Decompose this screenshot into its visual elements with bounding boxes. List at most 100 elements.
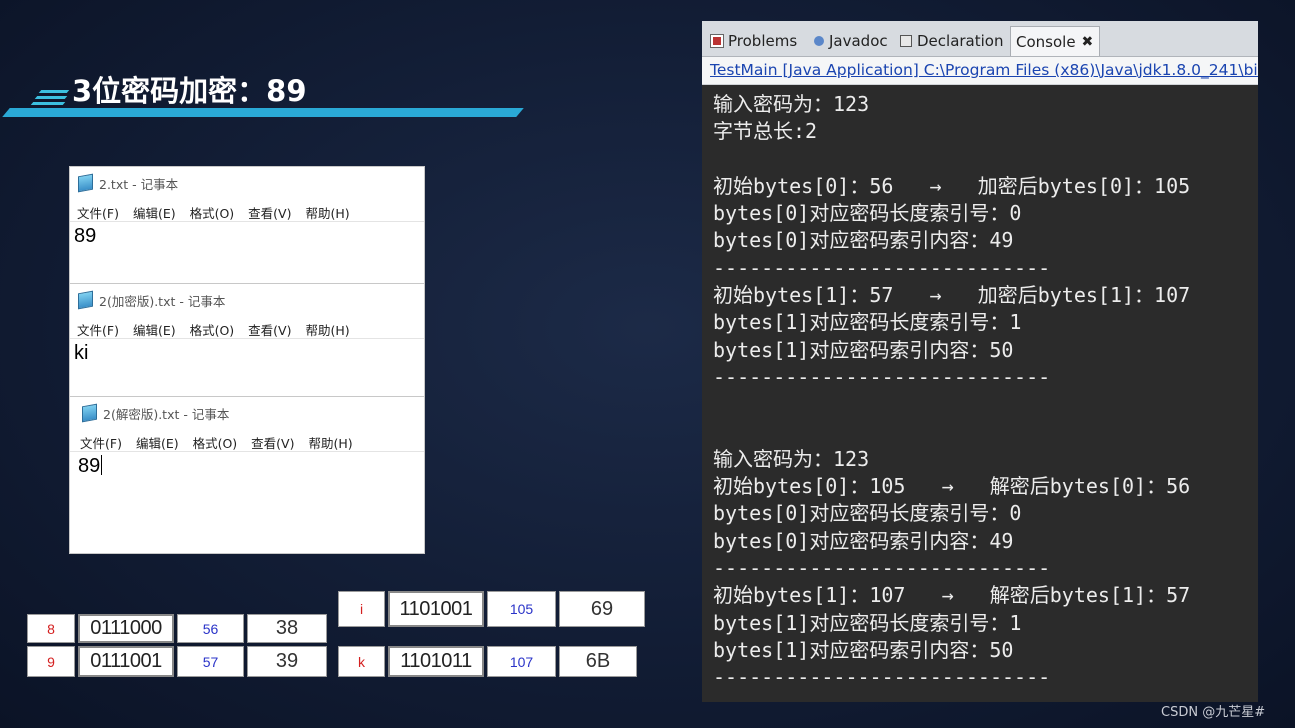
- tab-console[interactable]: Console ✖: [1010, 26, 1101, 56]
- menu-edit[interactable]: 编辑(E): [133, 206, 176, 221]
- notepad-title: 2.txt - 记事本: [99, 176, 179, 192]
- menu-view[interactable]: 查看(V): [251, 436, 294, 451]
- char-cell: i: [338, 591, 385, 627]
- menu-help[interactable]: 帮助(H): [305, 323, 349, 338]
- menu-separator: [70, 451, 424, 452]
- launch-config-text: TestMain [Java Application] C:\Program F…: [710, 61, 1258, 79]
- console-line: bytes[0]对应密码索引内容：49: [713, 228, 1014, 253]
- decimal-cell: 107: [487, 646, 556, 677]
- hex-cell: 39: [247, 646, 327, 677]
- watermark: CSDN @九芒星#: [1161, 705, 1266, 720]
- notepad-window-original: 2.txt - 记事本 文件(F) 编辑(E) 格式(O) 查看(V) 帮助(H…: [69, 166, 425, 287]
- text-caret: [101, 455, 103, 475]
- tab-label: Javadoc: [829, 32, 888, 50]
- char-cell: 9: [27, 646, 75, 677]
- notepad-title: 2(加密版).txt - 记事本: [99, 293, 226, 309]
- slide-title: 3位密码加密：89: [72, 74, 307, 108]
- console-line: bytes[0]对应密码索引内容：49: [713, 528, 1014, 553]
- tab-problems[interactable]: Problems: [711, 27, 797, 55]
- console-line: bytes[1]对应密码索引内容：50: [713, 637, 1014, 662]
- char-cell: 8: [27, 614, 75, 643]
- notepad-text-area[interactable]: 89: [74, 225, 96, 248]
- notepad-text-area[interactable]: 89: [78, 455, 103, 478]
- console-line: 输入密码为：123: [713, 92, 870, 116]
- hex-cell: 6B: [559, 646, 637, 677]
- byte-row-i: i 1101001 105 69: [338, 591, 645, 627]
- notepad-menu-bar: 文件(F) 编辑(E) 格式(O) 查看(V) 帮助(H): [77, 203, 360, 222]
- notepad-window-encrypted: 2(加密版).txt - 记事本 文件(F) 编辑(E) 格式(O) 查看(V)…: [69, 283, 425, 398]
- notepad-menu-bar: 文件(F) 编辑(E) 格式(O) 查看(V) 帮助(H): [77, 320, 360, 339]
- byte-row-9: 9 0111001 57 39: [27, 646, 327, 677]
- console-line: 字节总长:2: [713, 119, 818, 144]
- menu-format[interactable]: 格式(O): [190, 206, 235, 221]
- title-underline-bar: [2, 108, 524, 117]
- menu-file[interactable]: 文件(F): [77, 206, 119, 221]
- console-line: bytes[1]对应密码长度索引号：1: [713, 310, 1022, 335]
- menu-file[interactable]: 文件(F): [80, 436, 122, 451]
- tab-declaration[interactable]: Declaration: [900, 27, 1003, 55]
- console-line: bytes[0]对应密码长度索引号：0: [713, 501, 1022, 526]
- hex-cell: 69: [559, 591, 645, 627]
- console-line: 初始bytes[1]：57 → 加密后bytes[1]：107: [713, 283, 1191, 308]
- binary-cell: 1101011: [388, 646, 484, 677]
- menu-edit[interactable]: 编辑(E): [136, 436, 179, 451]
- menu-help[interactable]: 帮助(H): [305, 206, 349, 221]
- binary-cell: 0111001: [78, 646, 174, 677]
- notepad-icon: [82, 403, 97, 423]
- notepad-menu-bar: 文件(F) 编辑(E) 格式(O) 查看(V) 帮助(H): [80, 433, 363, 452]
- menu-separator: [70, 338, 424, 339]
- decimal-cell: 105: [487, 591, 556, 627]
- console-output[interactable]: 输入密码为：123 字节总长:2 初始bytes[0]：56 → 加密后bytes[…: [713, 91, 1190, 692]
- byte-row-8: 8 0111000 56 38: [27, 614, 327, 643]
- notepad-icon: [78, 173, 93, 193]
- hex-cell: 38: [247, 614, 327, 643]
- console-line: 初始bytes[0]：56 → 加密后bytes[0]：105: [713, 173, 1191, 198]
- tab-label: Console: [1016, 32, 1076, 51]
- menu-separator: [70, 221, 424, 222]
- view-tab-bar: Problems Javadoc Declaration Console ✖: [702, 21, 1258, 57]
- notepad-title-bar: 2(解密版).txt - 记事本: [82, 403, 230, 423]
- menu-format[interactable]: 格式(O): [193, 436, 238, 451]
- console-line: 输入密码为：123: [713, 446, 870, 471]
- close-icon[interactable]: ✖: [1082, 34, 1094, 50]
- notepad-title: 2(解密版).txt - 记事本: [103, 406, 230, 422]
- console-line: ----------------------------: [713, 556, 1051, 581]
- console-line: bytes[0]对应密码长度索引号：0: [713, 201, 1022, 226]
- notepad-window-decrypted: 2(解密版).txt - 记事本 文件(F) 编辑(E) 格式(O) 查看(V)…: [69, 396, 425, 554]
- console-line: ----------------------------: [713, 255, 1051, 280]
- declaration-icon: [900, 35, 912, 47]
- decimal-cell: 57: [177, 646, 244, 677]
- console-line: ----------------------------: [713, 665, 1051, 690]
- console-line: bytes[1]对应密码索引内容：50: [713, 337, 1014, 362]
- console-panel: Problems Javadoc Declaration Console ✖ T…: [702, 21, 1258, 702]
- notepad-title-bar: 2.txt - 记事本: [78, 173, 179, 193]
- problems-icon: [711, 35, 723, 47]
- menu-help[interactable]: 帮助(H): [308, 436, 352, 451]
- title-decoration: [0, 88, 70, 110]
- console-line: 初始bytes[0]：105 → 解密后bytes[0]：56: [713, 474, 1191, 499]
- notepad-icon: [78, 290, 93, 310]
- console-line: bytes[1]对应密码长度索引号：1: [713, 610, 1022, 635]
- menu-edit[interactable]: 编辑(E): [133, 323, 176, 338]
- javadoc-icon: [814, 36, 824, 46]
- menu-view[interactable]: 查看(V): [248, 323, 291, 338]
- char-cell: k: [338, 646, 385, 677]
- launch-config-line: TestMain [Java Application] C:\Program F…: [702, 57, 1258, 85]
- notepad-title-bar: 2(加密版).txt - 记事本: [78, 290, 226, 310]
- console-line: ----------------------------: [713, 364, 1051, 389]
- tab-label: Problems: [728, 32, 798, 50]
- notepad-text-area[interactable]: ki: [74, 342, 88, 365]
- binary-cell: 1101001: [388, 591, 484, 627]
- binary-cell: 0111000: [78, 614, 174, 643]
- byte-row-k: k 1101011 107 6B: [338, 646, 637, 677]
- tab-label: Declaration: [917, 32, 1004, 50]
- decimal-cell: 56: [177, 614, 244, 643]
- menu-view[interactable]: 查看(V): [248, 206, 291, 221]
- menu-format[interactable]: 格式(O): [190, 323, 235, 338]
- tab-javadoc[interactable]: Javadoc: [814, 27, 888, 55]
- notepad-text: 89: [78, 455, 101, 477]
- menu-file[interactable]: 文件(F): [77, 323, 119, 338]
